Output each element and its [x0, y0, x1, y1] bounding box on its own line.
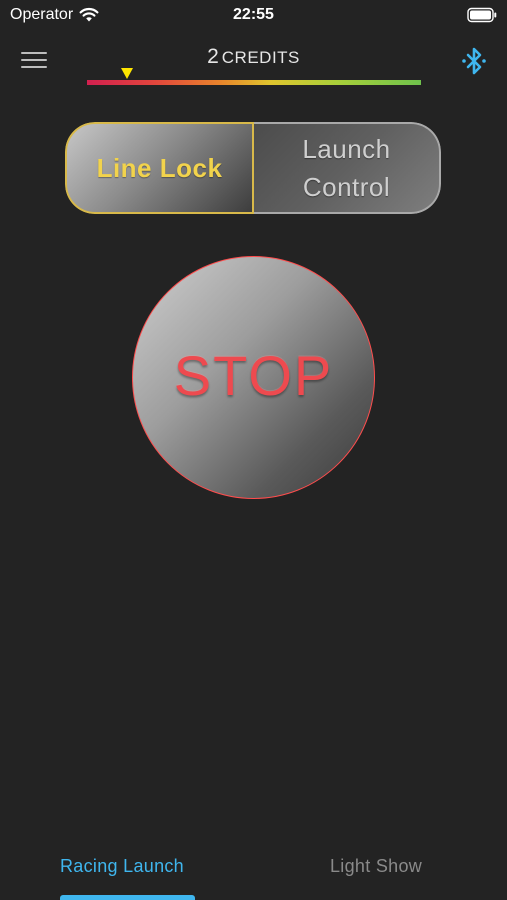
- status-bar: Operator 22:55: [0, 0, 507, 32]
- credit-gauge: [87, 68, 421, 88]
- credits-count: 2: [207, 45, 219, 68]
- segment-launch-control[interactable]: Launch Control: [254, 122, 441, 214]
- credit-gauge-bar: [87, 80, 421, 85]
- status-clock: 22:55: [233, 6, 274, 23]
- tab-selected-indicator: [60, 895, 195, 900]
- segment-launch-control-label: Launch Control: [302, 134, 391, 202]
- credit-gauge-marker: [121, 68, 134, 79]
- stop-button[interactable]: STOP: [132, 256, 375, 499]
- tab-light-show[interactable]: Light Show: [330, 856, 422, 877]
- mode-segmented-control: Line Lock Launch Control: [65, 122, 441, 214]
- tab-racing-launch[interactable]: Racing Launch: [60, 856, 184, 877]
- credits-display: 2 CREDITS: [0, 45, 507, 69]
- credits-label: CREDITS: [221, 48, 300, 67]
- segment-line-lock-label: Line Lock: [96, 153, 223, 183]
- bluetooth-icon[interactable]: [460, 46, 488, 76]
- stop-button-label: STOP: [173, 344, 334, 407]
- segment-line-lock[interactable]: Line Lock: [65, 122, 254, 214]
- battery-icon: [467, 7, 497, 23]
